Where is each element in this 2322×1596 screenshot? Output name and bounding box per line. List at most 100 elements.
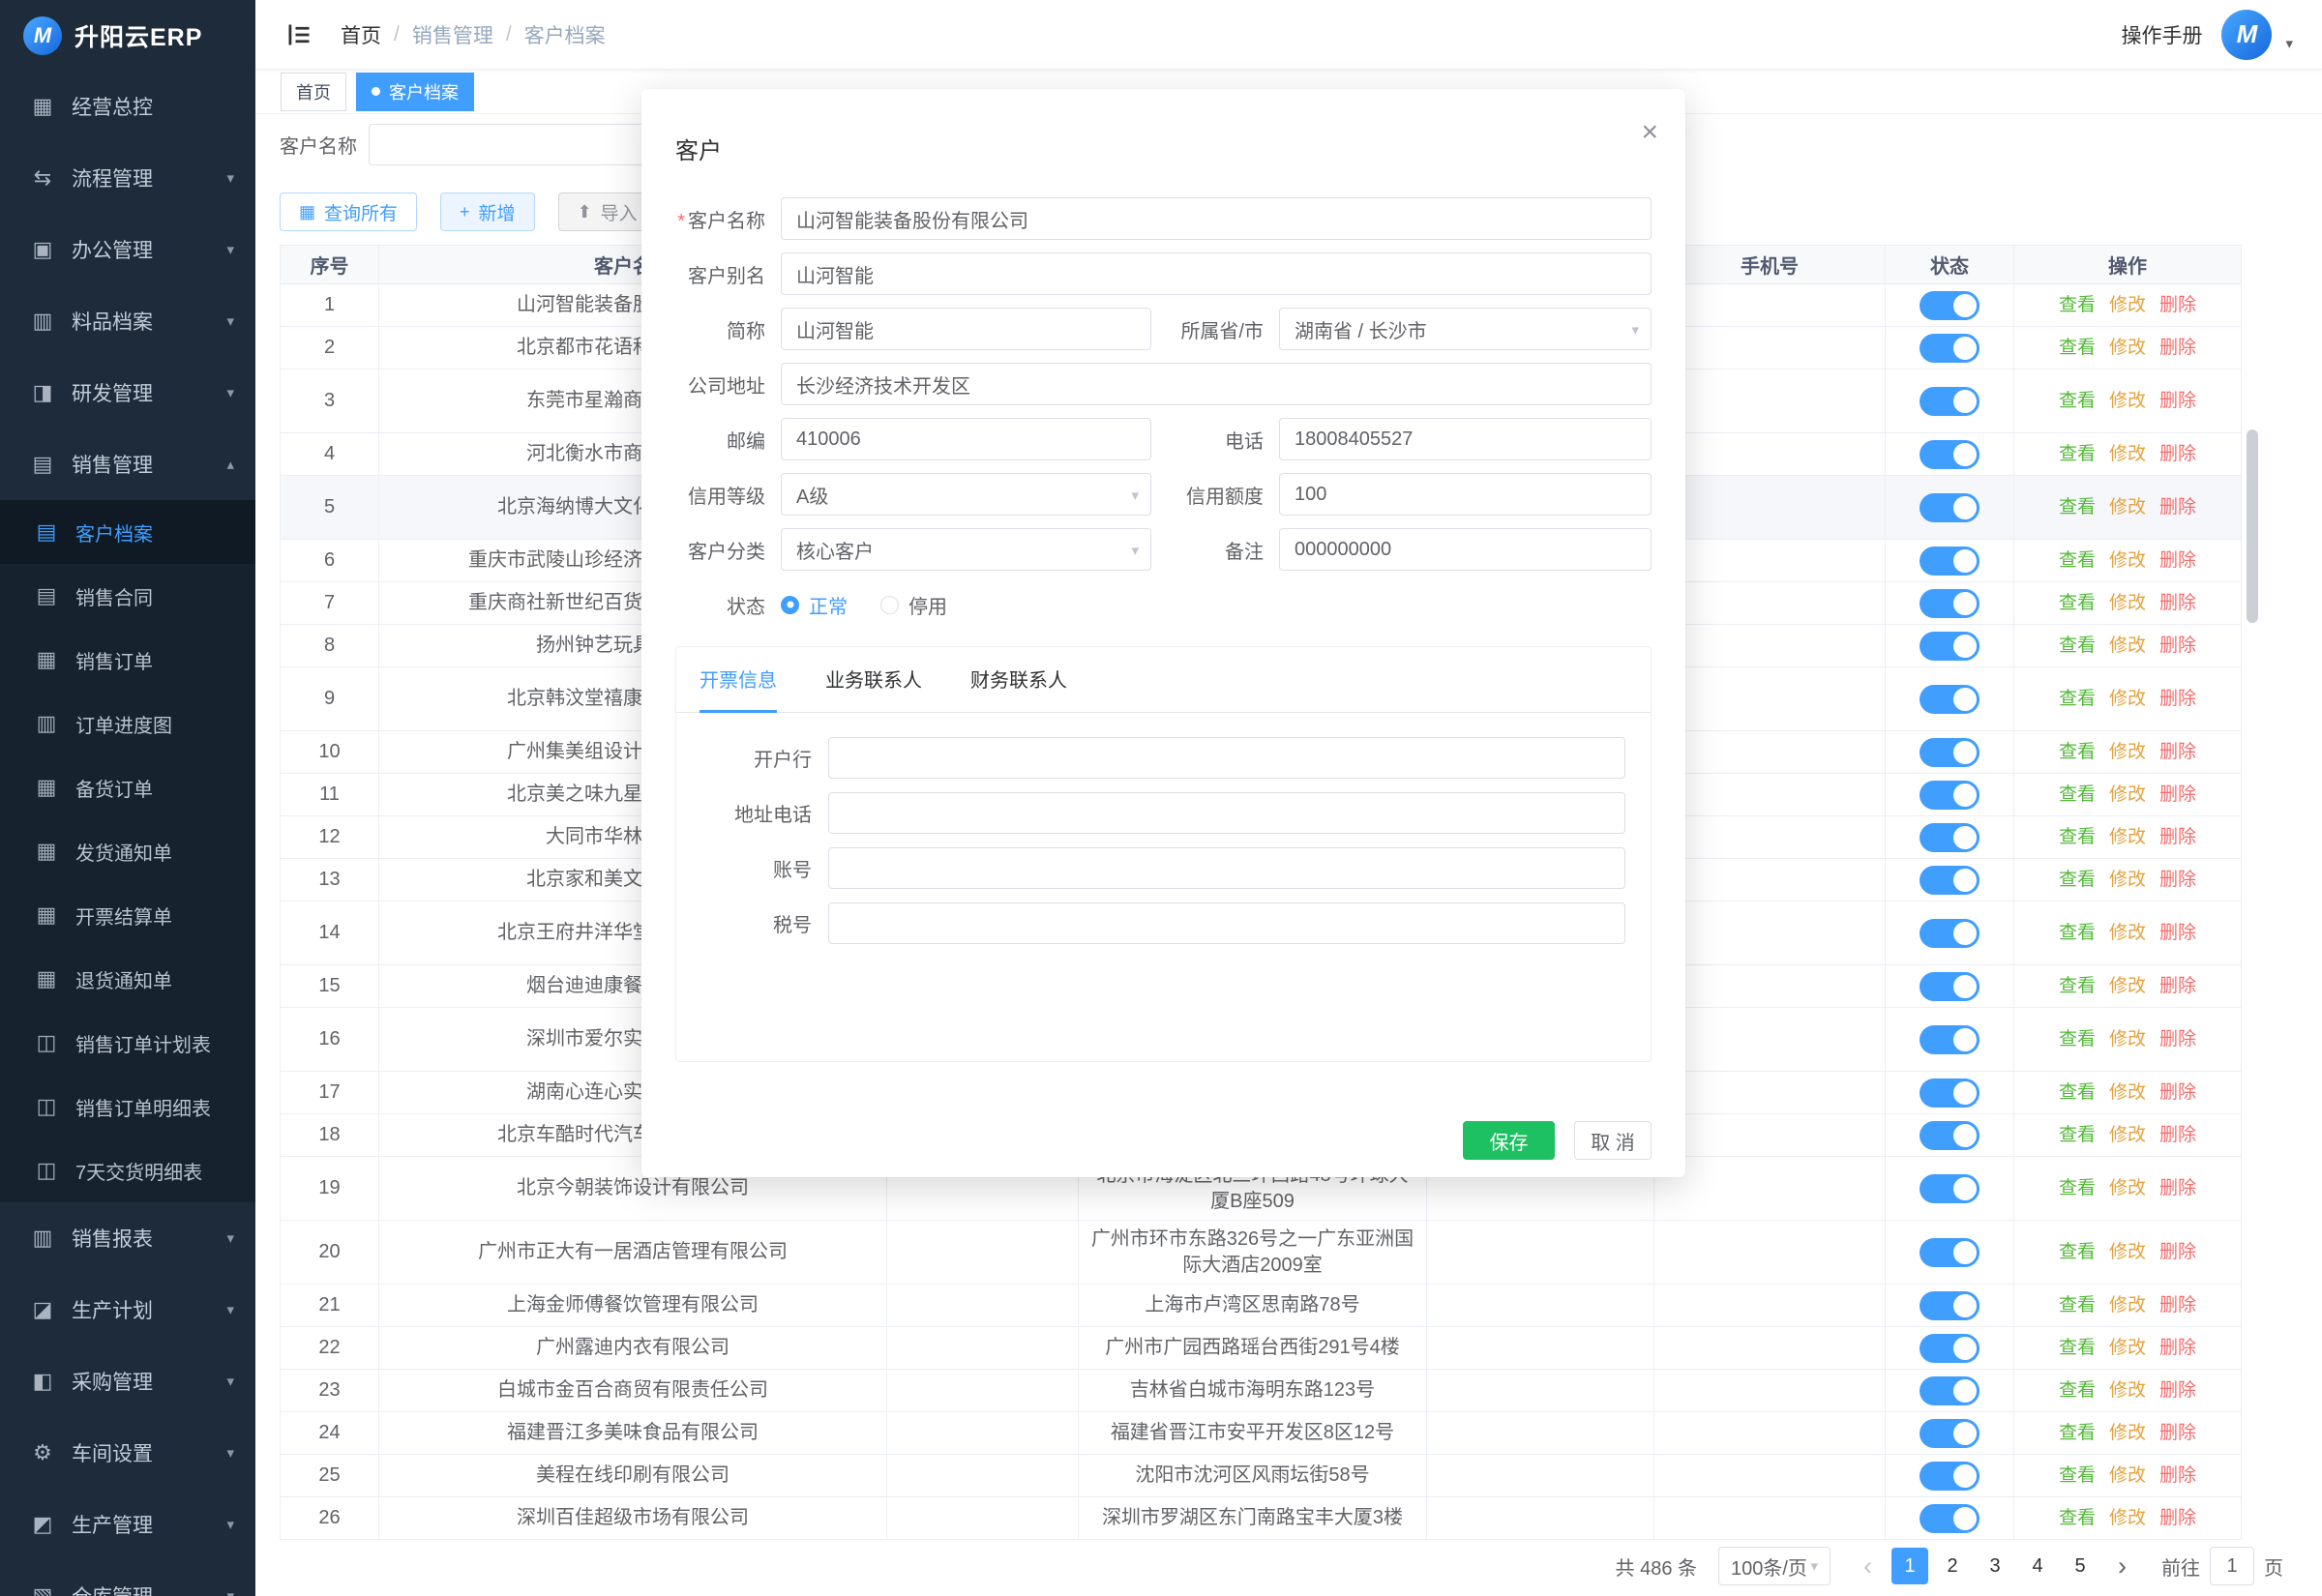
view-link[interactable]: 查看 — [2059, 976, 2096, 996]
delete-link[interactable]: 删除 — [2159, 1125, 2196, 1145]
company-address-input[interactable] — [781, 363, 1652, 405]
view-link[interactable]: 查看 — [2059, 870, 2096, 890]
view-link[interactable]: 查看 — [2059, 444, 2096, 464]
status-toggle[interactable] — [1920, 781, 1980, 810]
goto-page-input[interactable] — [2210, 1547, 2254, 1585]
status-toggle[interactable] — [1920, 1462, 1980, 1491]
sidebar-item[interactable]: ◩ 生产管理 ▾ — [0, 1489, 255, 1560]
sidebar-item[interactable]: ▦ 退货通知单 — [0, 947, 255, 1011]
edit-link[interactable]: 修改 — [2109, 550, 2146, 571]
view-link[interactable]: 查看 — [2059, 1380, 2096, 1401]
chevron-down-icon[interactable]: ▾ — [2285, 35, 2293, 52]
invoice-field-input[interactable] — [828, 737, 1625, 779]
sidebar-item[interactable]: ▦ 销售订单 — [0, 628, 255, 692]
view-link[interactable]: 查看 — [2059, 391, 2096, 411]
save-button[interactable]: 保存 — [1463, 1121, 1555, 1160]
status-toggle[interactable] — [1920, 440, 1980, 469]
edit-link[interactable]: 修改 — [2109, 1338, 2146, 1358]
sidebar-item[interactable]: ▤ 销售合同 — [0, 564, 255, 628]
status-toggle[interactable] — [1920, 1419, 1980, 1448]
edit-link[interactable]: 修改 — [2109, 1178, 2146, 1198]
status-radio[interactable]: 正常 — [781, 591, 848, 619]
view-link[interactable]: 查看 — [2059, 338, 2096, 358]
page-number-button[interactable]: 5 — [2062, 1548, 2099, 1584]
edit-link[interactable]: 修改 — [2109, 1029, 2146, 1049]
edit-link[interactable]: 修改 — [2109, 1508, 2146, 1528]
view-link[interactable]: 查看 — [2059, 784, 2096, 805]
page-number-button[interactable]: 1 — [1891, 1548, 1928, 1584]
delete-link[interactable]: 删除 — [2159, 391, 2196, 411]
remark-input[interactable] — [1279, 528, 1652, 571]
status-toggle[interactable] — [1920, 1174, 1980, 1203]
delete-link[interactable]: 删除 — [2159, 1178, 2196, 1198]
delete-link[interactable]: 删除 — [2159, 1029, 2196, 1049]
page-number-button[interactable]: 3 — [1977, 1548, 2013, 1584]
sidebar-item[interactable]: ▤ 客户档案 — [0, 500, 255, 564]
delete-link[interactable]: 删除 — [2159, 550, 2196, 571]
status-toggle[interactable] — [1920, 334, 1980, 363]
sidebar-item[interactable]: ▦ 开票结算单 — [0, 883, 255, 947]
cancel-button[interactable]: 取 消 — [1574, 1121, 1652, 1160]
sidebar-item[interactable]: ◫ 7天交货明细表 — [0, 1138, 255, 1202]
status-toggle[interactable] — [1920, 1291, 1980, 1320]
delete-link[interactable]: 删除 — [2159, 784, 2196, 805]
edit-link[interactable]: 修改 — [2109, 742, 2146, 762]
customer-alias-input[interactable] — [781, 252, 1652, 295]
delete-link[interactable]: 删除 — [2159, 1380, 2196, 1401]
view-link[interactable]: 查看 — [2059, 550, 2096, 571]
delete-link[interactable]: 删除 — [2159, 1423, 2196, 1443]
edit-link[interactable]: 修改 — [2109, 784, 2146, 805]
invoice-field-input[interactable] — [828, 792, 1625, 834]
edit-link[interactable]: 修改 — [2109, 1082, 2146, 1103]
table-scrollbar[interactable] — [2247, 429, 2258, 623]
delete-link[interactable]: 删除 — [2159, 976, 2196, 996]
view-link[interactable]: 查看 — [2059, 1423, 2096, 1443]
status-toggle[interactable] — [1920, 547, 1980, 576]
delete-link[interactable]: 删除 — [2159, 295, 2196, 315]
status-toggle[interactable] — [1920, 866, 1980, 895]
page-number-button[interactable]: 4 — [2019, 1548, 2056, 1584]
sidebar-item[interactable]: ▧ 仓库管理 ▾ — [0, 1560, 255, 1596]
delete-link[interactable]: 删除 — [2159, 827, 2196, 847]
delete-link[interactable]: 删除 — [2159, 444, 2196, 464]
view-link[interactable]: 查看 — [2059, 923, 2096, 943]
status-toggle[interactable] — [1920, 1376, 1980, 1405]
delete-link[interactable]: 删除 — [2159, 1082, 2196, 1103]
delete-link[interactable]: 删除 — [2159, 593, 2196, 613]
edit-link[interactable]: 修改 — [2109, 635, 2146, 656]
manual-link[interactable]: 操作手册 — [2121, 20, 2202, 49]
status-toggle[interactable] — [1920, 632, 1980, 661]
status-toggle[interactable] — [1920, 589, 1980, 618]
status-toggle[interactable] — [1920, 738, 1980, 767]
view-link[interactable]: 查看 — [2059, 1125, 2096, 1145]
query-all-button[interactable]: ▦ 查询所有 — [280, 192, 417, 231]
status-toggle[interactable] — [1920, 1334, 1980, 1363]
delete-link[interactable]: 删除 — [2159, 1508, 2196, 1528]
view-link[interactable]: 查看 — [2059, 593, 2096, 613]
edit-link[interactable]: 修改 — [2109, 1380, 2146, 1401]
sidebar-item[interactable]: ⇆ 流程管理 ▾ — [0, 142, 255, 214]
credit-limit-input[interactable] — [1279, 473, 1652, 516]
invoice-field-input[interactable] — [828, 902, 1625, 944]
add-button[interactable]: + 新增 — [440, 192, 535, 231]
view-link[interactable]: 查看 — [2059, 742, 2096, 762]
sidebar-item[interactable]: ▥ 料品档案 ▾ — [0, 285, 255, 357]
delete-link[interactable]: 删除 — [2159, 1465, 2196, 1486]
sidebar-item[interactable]: ◧ 采购管理 ▾ — [0, 1345, 255, 1417]
sidebar-item[interactable]: ▤ 销售管理 ▴ — [0, 429, 255, 500]
delete-link[interactable]: 删除 — [2159, 338, 2196, 358]
sidebar-item[interactable]: ▣ 办公管理 ▾ — [0, 214, 255, 285]
delete-link[interactable]: 删除 — [2159, 870, 2196, 890]
edit-link[interactable]: 修改 — [2109, 295, 2146, 315]
view-link[interactable]: 查看 — [2059, 635, 2096, 656]
credit-level-select[interactable]: A级 — [781, 473, 1151, 516]
dialog-tab[interactable]: 开票信息 — [700, 647, 777, 713]
sidebar-item[interactable]: ▥ 订单进度图 — [0, 692, 255, 755]
edit-link[interactable]: 修改 — [2109, 870, 2146, 890]
sidebar-item[interactable]: ▦ 经营总控 — [0, 71, 255, 142]
view-link[interactable]: 查看 — [2059, 827, 2096, 847]
edit-link[interactable]: 修改 — [2109, 1295, 2146, 1315]
delete-link[interactable]: 删除 — [2159, 497, 2196, 517]
view-link[interactable]: 查看 — [2059, 497, 2096, 517]
zip-code-input[interactable] — [781, 418, 1151, 460]
